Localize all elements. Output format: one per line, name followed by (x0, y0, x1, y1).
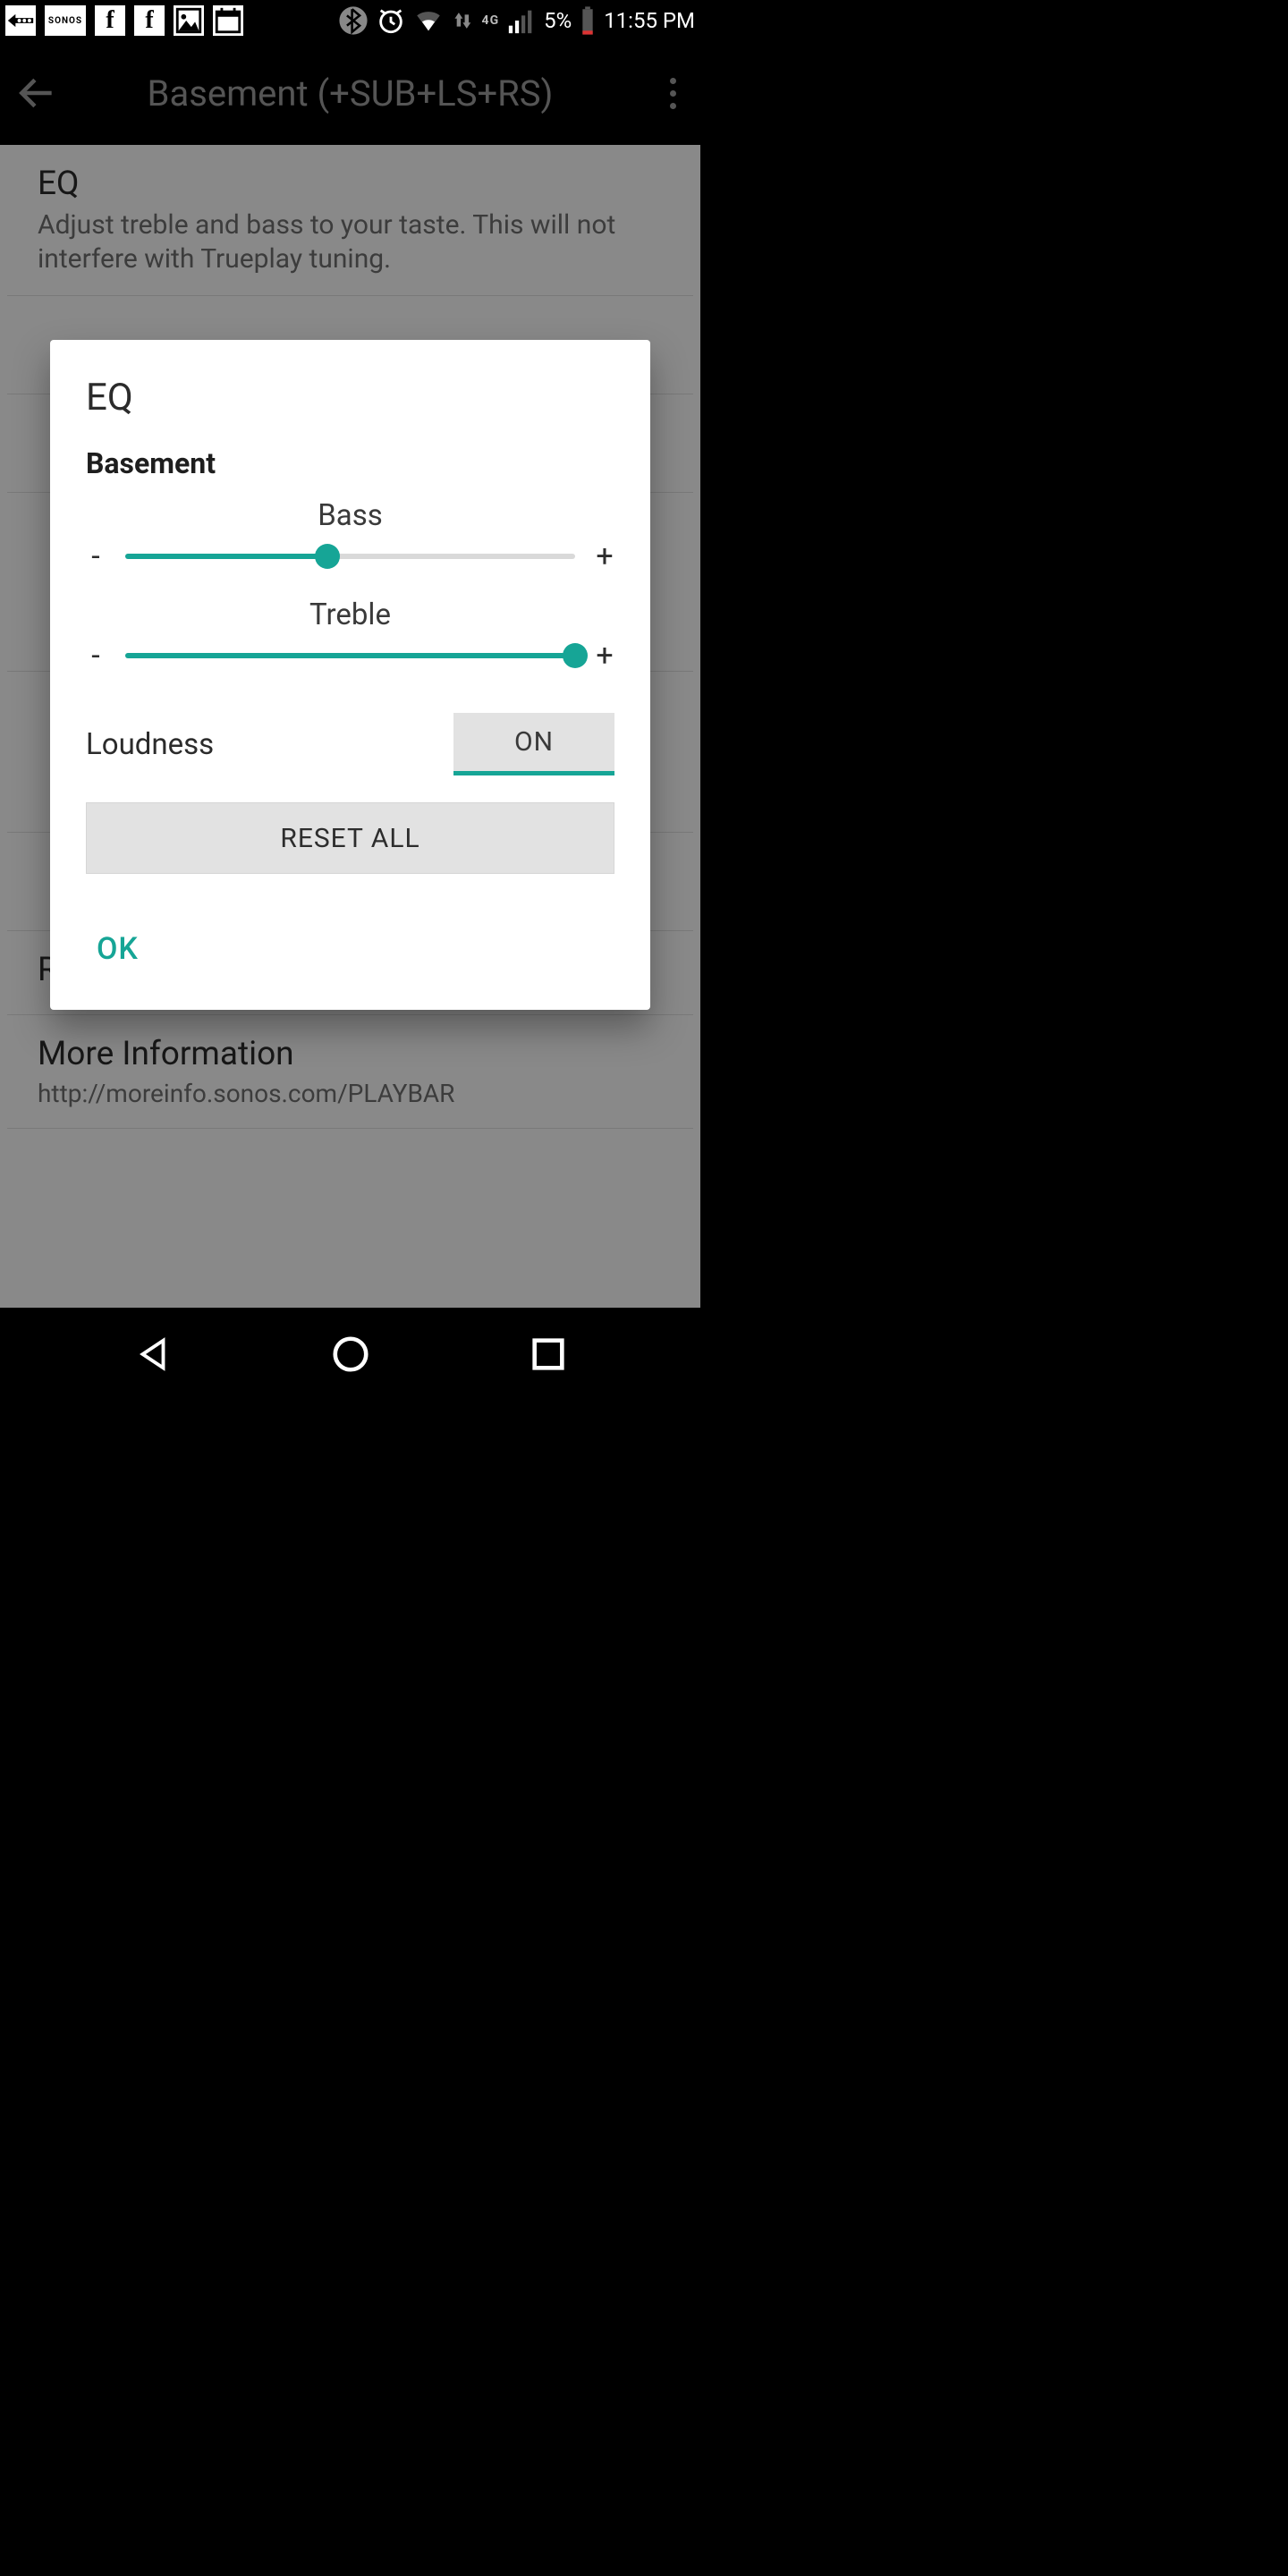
wifi-icon (413, 5, 444, 36)
bass-increase-button[interactable]: + (595, 538, 614, 574)
calendar-icon (213, 5, 243, 36)
loudness-label: Loudness (86, 727, 453, 762)
battery-icon (579, 5, 597, 36)
nav-recent-button[interactable] (528, 1334, 569, 1375)
treble-label: Treble (86, 597, 614, 632)
nav-home-button[interactable] (330, 1334, 371, 1375)
bass-control: Bass - + (50, 491, 650, 590)
more-notifications-icon (5, 5, 36, 36)
bluetooth-icon (338, 5, 369, 36)
treble-slider[interactable] (125, 643, 575, 668)
treble-control: Treble - + (50, 590, 650, 690)
dialog-title: EQ (50, 376, 650, 446)
nav-back-button[interactable] (132, 1334, 174, 1375)
cell-signal-icon (506, 5, 537, 36)
treble-increase-button[interactable]: + (595, 638, 614, 674)
status-left: SONOS f f (5, 5, 243, 36)
battery-percent: 5% (544, 8, 572, 33)
image-icon (174, 5, 204, 36)
system-nav-bar (0, 1308, 700, 1401)
loudness-row: Loudness ON (50, 690, 650, 797)
loudness-toggle[interactable]: ON (453, 713, 614, 775)
slider-thumb[interactable] (315, 544, 340, 569)
network-type-label: 4G (482, 13, 500, 28)
clock: 11:55 PM (604, 8, 695, 33)
treble-decrease-button[interactable]: - (86, 638, 106, 674)
ok-button[interactable]: OK (86, 924, 149, 974)
facebook-icon: f (95, 5, 125, 36)
status-right: 4G 5% 11:55 PM (338, 5, 695, 36)
status-bar: SONOS f f 4G 5% 11:55 PM (0, 0, 700, 41)
eq-dialog: EQ Basement Bass - + Treble - + L (50, 340, 650, 1010)
slider-fill (125, 653, 575, 658)
slider-thumb[interactable] (563, 643, 588, 668)
sonos-app-icon: SONOS (45, 5, 86, 36)
dialog-room-name: Basement (50, 446, 650, 491)
facebook-icon: f (134, 5, 165, 36)
data-sync-icon (451, 5, 475, 36)
bass-decrease-button[interactable]: - (86, 538, 106, 574)
reset-all-button[interactable]: RESET ALL (86, 802, 614, 874)
slider-fill (125, 554, 327, 559)
alarm-icon (376, 5, 406, 36)
bass-label: Bass (86, 498, 614, 533)
bass-slider[interactable] (125, 544, 575, 569)
